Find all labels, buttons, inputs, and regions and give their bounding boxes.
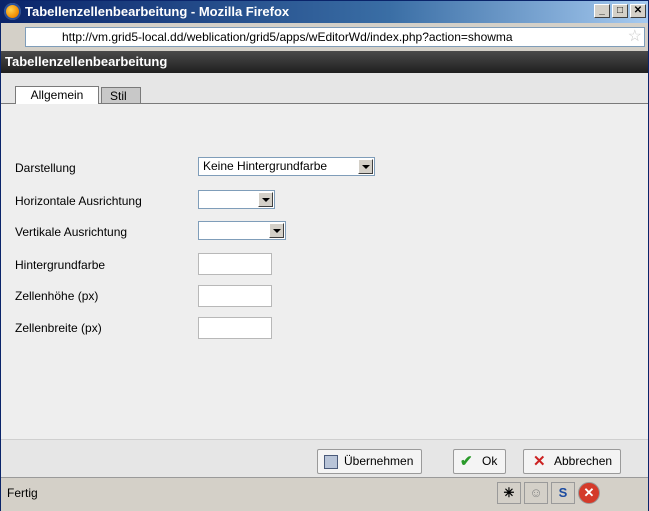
zellenhoehe-input[interactable] [198, 285, 272, 307]
darstellung-select[interactable]: Keine Hintergrundfarbe [198, 157, 375, 176]
cancel-label: Abbrechen [554, 454, 613, 468]
maximize-button[interactable]: □ [612, 4, 628, 18]
dialog-button-bar: Übernehmen ✔ Ok ✕ Abbrechen [1, 439, 648, 478]
darstellung-value: Keine Hintergrundfarbe [203, 159, 328, 173]
window-title: Tabellenzellenbearbeitung - Mozilla Fire… [25, 4, 290, 19]
firefox-icon [4, 3, 21, 20]
status-icons: ✳ ☺ S ✕ [497, 482, 600, 504]
cancel-button[interactable]: ✕ Abbrechen [523, 449, 622, 474]
hintergrundfarbe-input[interactable] [198, 253, 272, 275]
vertikal-select[interactable] [198, 221, 286, 240]
ok-button[interactable]: ✔ Ok [453, 449, 507, 474]
close-button[interactable]: ✕ [630, 4, 646, 18]
apply-button[interactable]: Übernehmen [317, 449, 423, 474]
url-field[interactable]: http://vm.grid5-local.dd/weblication/gri… [25, 27, 645, 47]
horizontal-label: Horizontale Ausrichtung [15, 194, 142, 208]
form-panel: Darstellung Keine Hintergrundfarbe Horiz… [1, 104, 648, 439]
browser-window: Tabellenzellenbearbeitung - Mozilla Fire… [0, 0, 649, 511]
smiley-icon[interactable]: ☺ [524, 482, 548, 504]
horizontal-select[interactable] [198, 190, 275, 209]
minimize-button[interactable]: _ [594, 4, 610, 18]
dialog-title: Tabellenzellenbearbeitung [1, 51, 648, 73]
tab-allgemein[interactable]: Allgemein [15, 86, 99, 104]
darstellung-label: Darstellung [15, 161, 76, 175]
window-controls: _ □ ✕ [594, 4, 646, 18]
zellenbreite-input[interactable] [198, 317, 272, 339]
hintergrundfarbe-label: Hintergrundfarbe [15, 258, 106, 272]
tab-bar: Allgemein Stil [1, 73, 648, 104]
url-bar: http://vm.grid5-local.dd/weblication/gri… [1, 23, 648, 51]
chevron-down-icon[interactable] [269, 223, 284, 238]
bug-icon[interactable]: ✳ [497, 482, 521, 504]
title-bar: Tabellenzellenbearbeitung - Mozilla Fire… [1, 1, 648, 23]
chevron-down-icon[interactable] [258, 192, 273, 207]
ok-label: Ok [482, 454, 498, 468]
stop-icon[interactable]: ✕ [578, 482, 600, 504]
tab-stil[interactable]: Stil [101, 87, 141, 103]
status-bar: Fertig ✳ ☺ S ✕ [1, 477, 648, 511]
s-addon-icon[interactable]: S [551, 482, 575, 504]
zellenhoehe-label: Zellenhöhe (px) [15, 289, 99, 303]
status-text: Fertig [7, 486, 38, 500]
save-icon [324, 455, 338, 469]
cancel-x-icon: ✕ [533, 453, 546, 470]
checkmark-icon: ✔ [460, 453, 473, 470]
zellenbreite-label: Zellenbreite (px) [15, 321, 102, 335]
bookmark-star-icon[interactable]: ☆ [628, 28, 642, 46]
chevron-down-icon[interactable] [358, 159, 373, 174]
vertikal-label: Vertikale Ausrichtung [15, 225, 128, 239]
apply-label: Übernehmen [344, 454, 414, 468]
